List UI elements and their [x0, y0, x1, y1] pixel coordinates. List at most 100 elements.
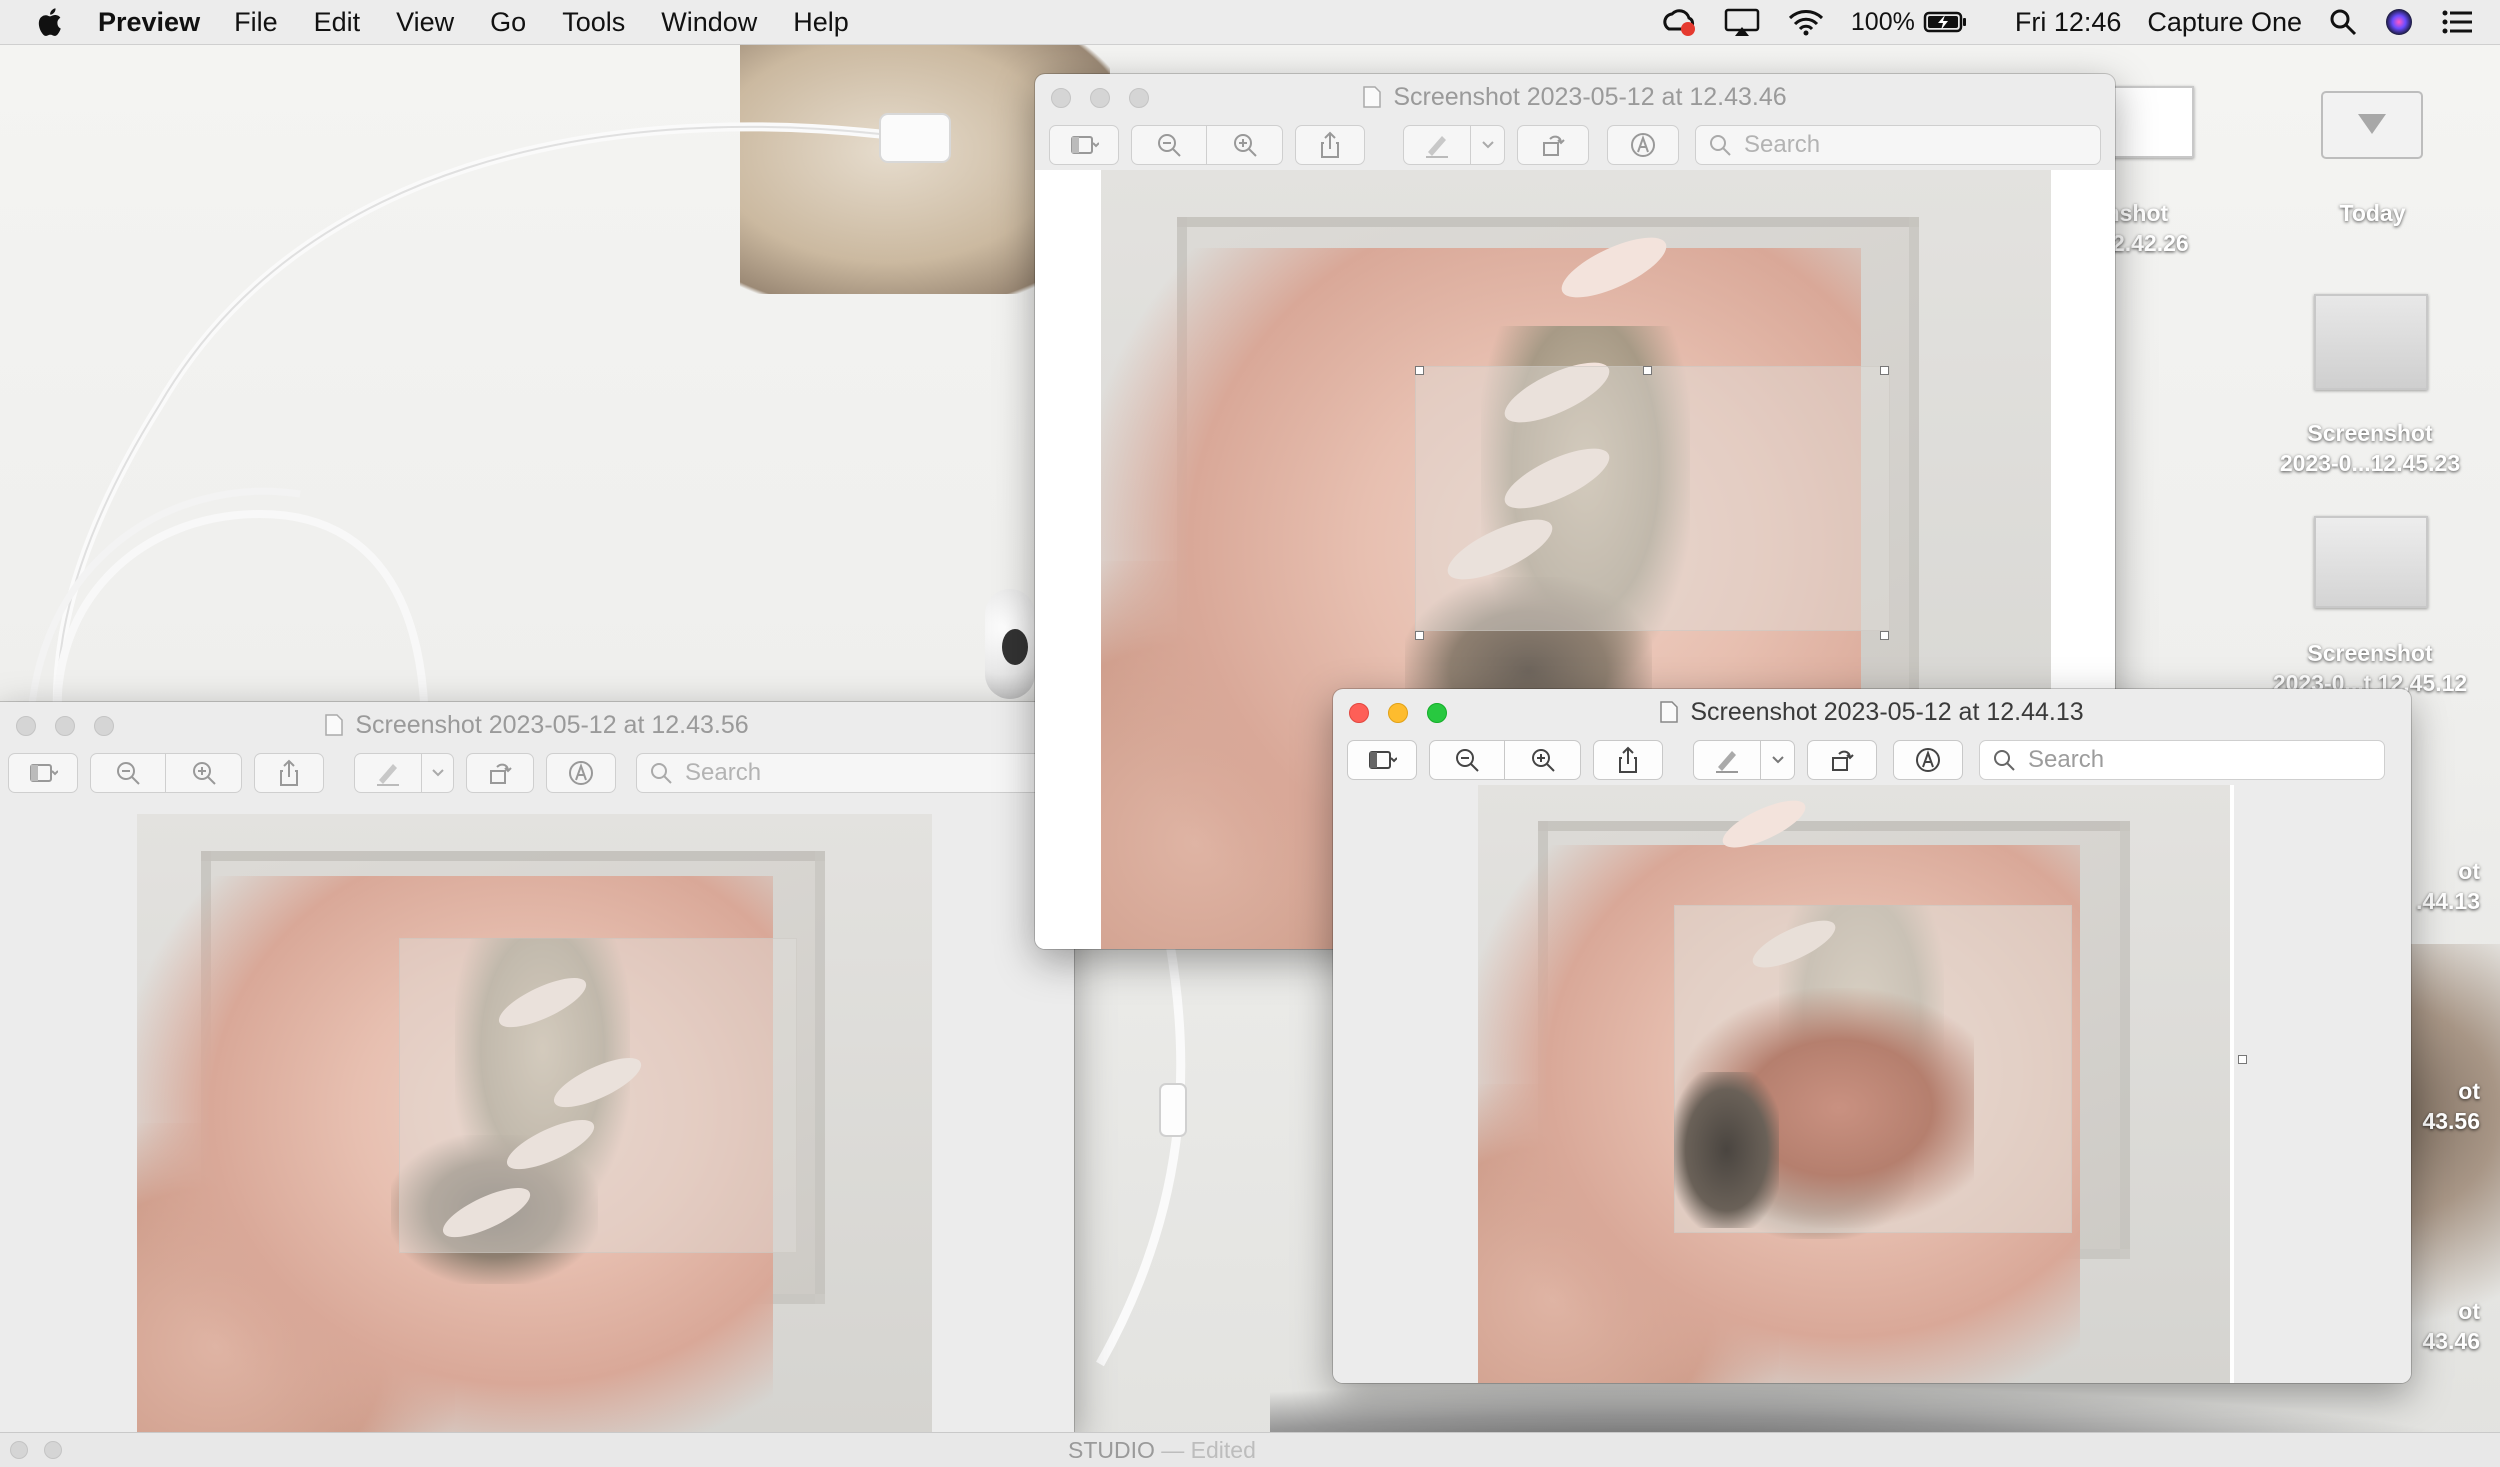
- zoom-button[interactable]: [1427, 703, 1447, 723]
- zoom-out-button[interactable]: [90, 753, 166, 793]
- annotate-button[interactable]: [1893, 740, 1963, 780]
- battery-percent[interactable]: 100%: [1851, 8, 1915, 37]
- today-folder-label[interactable]: Today: [2300, 198, 2445, 228]
- menu-edit[interactable]: Edit: [314, 7, 361, 38]
- preview-window-12-44-13[interactable]: Screenshot 2023-05-12 at 12.44.13 Search: [1333, 689, 2411, 1383]
- close-button[interactable]: [1051, 88, 1071, 108]
- desktop-thumb-3[interactable]: [2314, 516, 2428, 608]
- search-placeholder: Search: [1744, 131, 1821, 158]
- share-button[interactable]: [254, 753, 324, 793]
- selection-handle[interactable]: [2238, 1055, 2247, 1064]
- creative-cloud-icon[interactable]: [1659, 7, 1697, 37]
- airplay-icon[interactable]: [1723, 7, 1761, 37]
- minimize-button[interactable]: [55, 716, 75, 736]
- capture-one-menu[interactable]: Capture One: [2147, 7, 2302, 38]
- control-center-icon[interactable]: [2440, 7, 2474, 37]
- search-placeholder: Search: [685, 759, 762, 786]
- desktop-thumb-2[interactable]: [2314, 294, 2428, 390]
- close-button[interactable]: [10, 1441, 28, 1459]
- selection-handle[interactable]: [1414, 631, 1424, 641]
- annotate-icon: [1916, 748, 1940, 772]
- close-button[interactable]: [16, 716, 36, 736]
- sidebar-toggle-button[interactable]: [1049, 125, 1119, 165]
- desktop-icon-label[interactable]: ot 43.56: [2400, 1076, 2500, 1136]
- markup-dropdown-button[interactable]: [422, 753, 454, 793]
- menu-app-name[interactable]: Preview: [98, 7, 200, 38]
- document-image[interactable]: [1478, 785, 2230, 1383]
- share-button[interactable]: [1295, 125, 1365, 165]
- desktop-thumb-1[interactable]: [2110, 86, 2194, 158]
- preview-window-12-43-56[interactable]: Screenshot 2023-05-12 at 12.43.56 Search: [0, 702, 1074, 1432]
- zoom-in-button[interactable]: [166, 753, 242, 793]
- window-toolbar: Search: [1035, 120, 2115, 171]
- window-titlebar[interactable]: Screenshot 2023-05-12 at 12.43.46: [1035, 74, 2115, 120]
- pasted-selection[interactable]: [1414, 365, 1890, 632]
- siri-icon[interactable]: [2384, 7, 2414, 37]
- sidebar-icon: [30, 764, 58, 782]
- wifi-icon[interactable]: [1787, 7, 1825, 37]
- apple-icon[interactable]: [34, 5, 68, 39]
- selection-handle[interactable]: [1880, 631, 1889, 641]
- zoom-in-icon: [1233, 134, 1257, 157]
- annotate-button[interactable]: [1607, 125, 1679, 165]
- document-canvas[interactable]: [1333, 785, 2411, 1383]
- selection-handle[interactable]: [1880, 365, 1889, 375]
- selection-handle[interactable]: [1642, 365, 1652, 375]
- markup-pen-button[interactable]: [354, 753, 422, 793]
- desktop-icon-label[interactable]: Screenshot 2023-0...12.45.23: [2250, 418, 2490, 478]
- search-field[interactable]: Search: [636, 753, 1056, 793]
- search-field[interactable]: Search: [1695, 125, 2101, 165]
- menubar-clock[interactable]: Fri 12:46: [2015, 7, 2122, 38]
- battery-icon[interactable]: [1923, 7, 1969, 37]
- menu-view[interactable]: View: [396, 7, 454, 38]
- share-icon: [1619, 746, 1637, 773]
- search-field[interactable]: Search: [1979, 740, 2385, 780]
- today-folder-icon[interactable]: [2318, 82, 2426, 162]
- search-icon[interactable]: [2328, 7, 2358, 37]
- window-title: Screenshot 2023-05-12 at 12.43.56: [355, 710, 749, 739]
- menu-tools[interactable]: Tools: [562, 7, 625, 38]
- document-canvas[interactable]: [0, 798, 1074, 1432]
- document-image[interactable]: [137, 814, 932, 1432]
- selection-handle[interactable]: [1414, 365, 1424, 375]
- menu-help[interactable]: Help: [793, 7, 849, 38]
- zoom-button[interactable]: [94, 716, 114, 736]
- zoom-out-button[interactable]: [1429, 740, 1505, 780]
- markup-dropdown-button[interactable]: [1761, 740, 1795, 780]
- zoom-out-icon: [117, 762, 140, 785]
- document-icon: [325, 714, 344, 736]
- menu-window[interactable]: Window: [661, 7, 757, 38]
- desktop-icon-label[interactable]: ot .44.13: [2400, 856, 2500, 916]
- pasted-selection[interactable]: [399, 937, 797, 1253]
- menu-go[interactable]: Go: [490, 7, 526, 38]
- window-titlebar[interactable]: Screenshot 2023-05-12 at 12.44.13: [1333, 689, 2411, 735]
- markup-dropdown-button[interactable]: [1471, 125, 1505, 165]
- close-button[interactable]: [1349, 703, 1369, 723]
- zoom-in-button[interactable]: [1505, 740, 1581, 780]
- rotate-button[interactable]: [466, 753, 534, 793]
- search-icon: [1710, 135, 1731, 156]
- desktop-icon-label[interactable]: ot 43.46: [2400, 1296, 2500, 1356]
- sidebar-toggle-button[interactable]: [1347, 740, 1417, 780]
- zoom-out-icon: [1456, 749, 1479, 772]
- zoom-button[interactable]: [1129, 88, 1149, 108]
- menu-file[interactable]: File: [234, 7, 278, 38]
- window-titlebar[interactable]: Screenshot 2023-05-12 at 12.43.56: [0, 702, 1074, 748]
- status-area: 100% Fri 12:46 Capture One: [1659, 0, 2500, 44]
- markup-pen-button[interactable]: [1693, 740, 1761, 780]
- zoom-in-button[interactable]: [1207, 125, 1283, 165]
- share-button[interactable]: [1593, 740, 1663, 780]
- icon-name-2: .44.13: [2416, 888, 2480, 914]
- zoom-in-icon: [1531, 749, 1555, 772]
- markup-pen-button[interactable]: [1403, 125, 1471, 165]
- minimize-button[interactable]: [1388, 703, 1408, 723]
- rotate-button[interactable]: [1807, 740, 1877, 780]
- rotate-button[interactable]: [1517, 125, 1589, 165]
- zoom-out-button[interactable]: [1131, 125, 1207, 165]
- sidebar-toggle-button[interactable]: [8, 753, 78, 793]
- studio-window-title-strip[interactable]: STUDIO — Edited: [0, 1432, 2500, 1467]
- traffic-lights: [1051, 88, 1168, 108]
- minimize-button[interactable]: [44, 1441, 62, 1459]
- annotate-button[interactable]: [546, 753, 616, 793]
- minimize-button[interactable]: [1090, 88, 1110, 108]
